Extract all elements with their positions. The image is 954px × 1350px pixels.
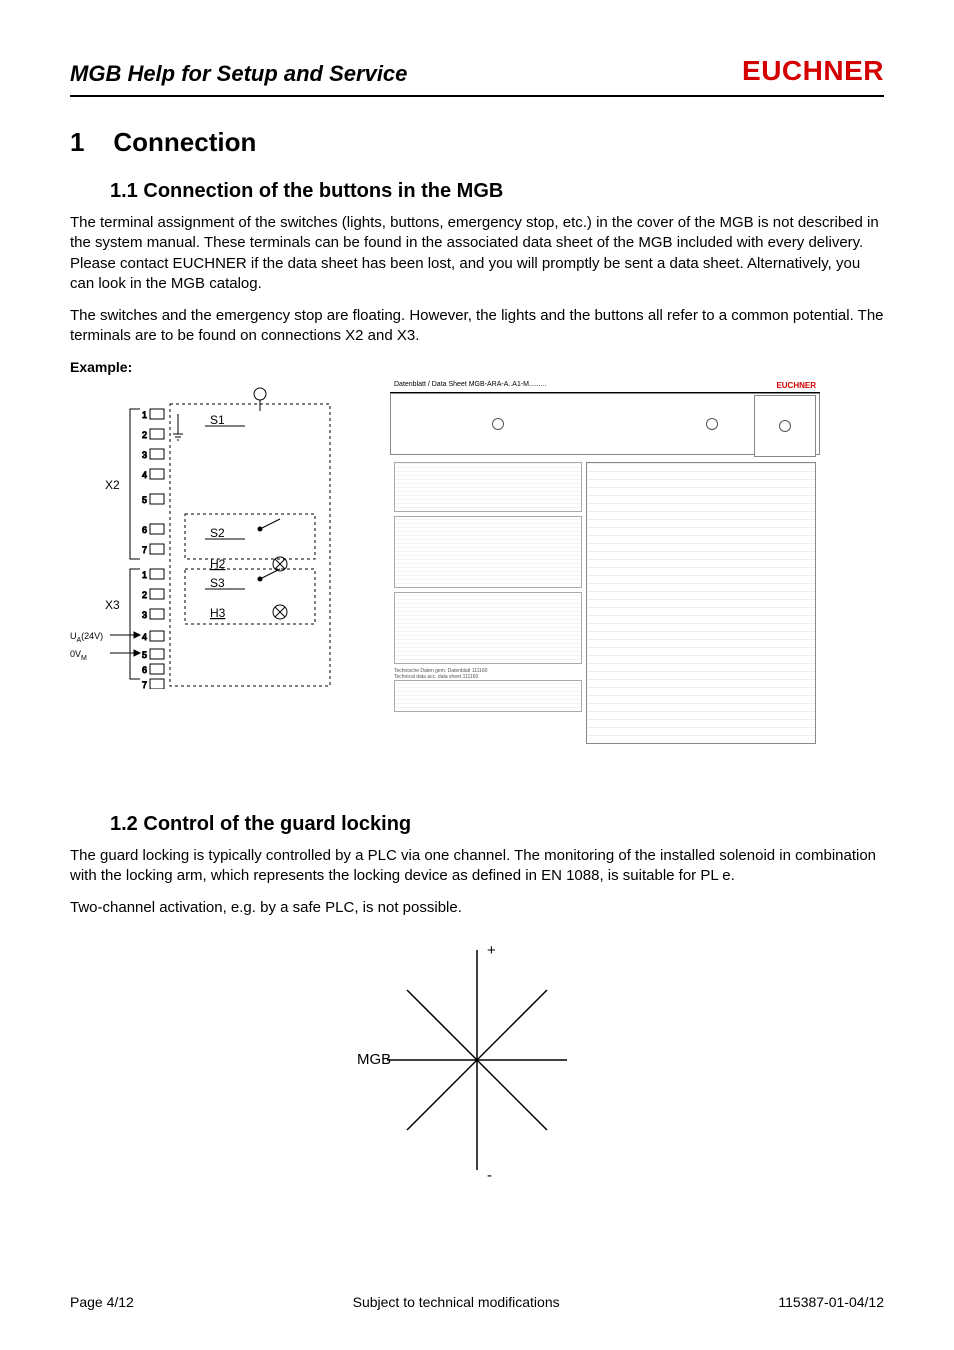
section-1-2-heading: 1.2 Control of the guard locking (110, 813, 884, 836)
page-header: MGB Help for Setup and Service EUCHNER (70, 55, 884, 97)
ds-terminal-table (586, 462, 816, 744)
ds-notes (394, 680, 582, 712)
section-1-2-title: Control of the guard locking (143, 813, 411, 835)
chapter-number: 1 (70, 127, 84, 157)
footer-right: 115387-01-04/12 (778, 1294, 884, 1310)
example-images-row: X2 X3 UA(24V) 0VM 1 2 3 4 5 6 7 (70, 379, 884, 799)
svg-text:4: 4 (142, 470, 147, 480)
ds-title: Datenblatt / Data Sheet MGB-ARA-A..A1-M.… (394, 381, 547, 390)
ds-wiring-c (394, 592, 582, 664)
section-1-2-p1: The guard locking is typically controlle… (70, 846, 884, 887)
svg-text:H3: H3 (210, 606, 226, 620)
section-1-2-p2: Two-channel activation, e.g. by a safe P… (70, 898, 884, 918)
label-x3: X3 (105, 598, 120, 612)
svg-text:2: 2 (142, 590, 147, 600)
wiring-diagram: X2 X3 UA(24V) 0VM 1 2 3 4 5 6 7 (70, 379, 370, 689)
svg-text:S2: S2 (210, 526, 225, 540)
label-ua: UA(24V) (70, 631, 103, 644)
svg-text:4: 4 (142, 632, 147, 642)
page-footer: Page 4/12 Subject to technical modificat… (70, 1294, 884, 1310)
svg-text:1: 1 (142, 570, 147, 580)
chapter-title-text: Connection (113, 127, 256, 157)
cross-minus: - (487, 1167, 492, 1184)
svg-text:1: 1 (142, 410, 147, 420)
svg-text:5: 5 (142, 495, 147, 505)
wiring-svg: X2 X3 UA(24V) 0VM 1 2 3 4 5 6 7 (70, 379, 370, 689)
section-1-1-p2: The switches and the emergency stop are … (70, 306, 884, 347)
datasheet-thumbnail: Datenblatt / Data Sheet MGB-ARA-A..A1-M.… (390, 379, 820, 799)
svg-text:H2: H2 (210, 557, 226, 571)
svg-text:6: 6 (142, 665, 147, 675)
svg-text:S1: S1 (210, 413, 225, 427)
section-1-1-p1: The terminal assignment of the switches … (70, 213, 884, 294)
ds-wiring-a (394, 462, 582, 512)
ds-wiring-b (394, 516, 582, 588)
label-0v: 0VM (70, 649, 87, 662)
footer-left: Page 4/12 (70, 1294, 134, 1310)
mgb-cross-diagram: + - MGB (70, 930, 884, 1190)
svg-text:6: 6 (142, 525, 147, 535)
svg-text:S3: S3 (210, 576, 225, 590)
chapter-heading: 1 Connection (70, 127, 884, 158)
example-label: Example: (70, 359, 884, 375)
cross-mgb: MGB (357, 1051, 391, 1068)
section-1-1-title: Connection of the buttons in the MGB (143, 180, 503, 202)
svg-text:5: 5 (142, 650, 147, 660)
svg-text:3: 3 (142, 450, 147, 460)
section-1-2-number: 1.2 (110, 813, 138, 835)
section-1-1-number: 1.1 (110, 180, 138, 202)
section-1-1-heading: 1.1 Connection of the buttons in the MGB (110, 180, 884, 203)
svg-text:3: 3 (142, 610, 147, 620)
svg-text:7: 7 (142, 545, 147, 555)
ds-logo: EUCHNER (776, 381, 816, 390)
svg-text:2: 2 (142, 430, 147, 440)
mgb-cross-svg: + - MGB (347, 930, 607, 1190)
label-x2: X2 (105, 478, 120, 492)
doc-title: MGB Help for Setup and Service (70, 61, 407, 87)
cross-plus: + (487, 942, 496, 959)
ds-corner-drawing (754, 395, 816, 457)
svg-text:7: 7 (142, 680, 147, 689)
brand-logo: EUCHNER (742, 55, 884, 87)
footer-center: Subject to technical modifications (353, 1294, 560, 1310)
